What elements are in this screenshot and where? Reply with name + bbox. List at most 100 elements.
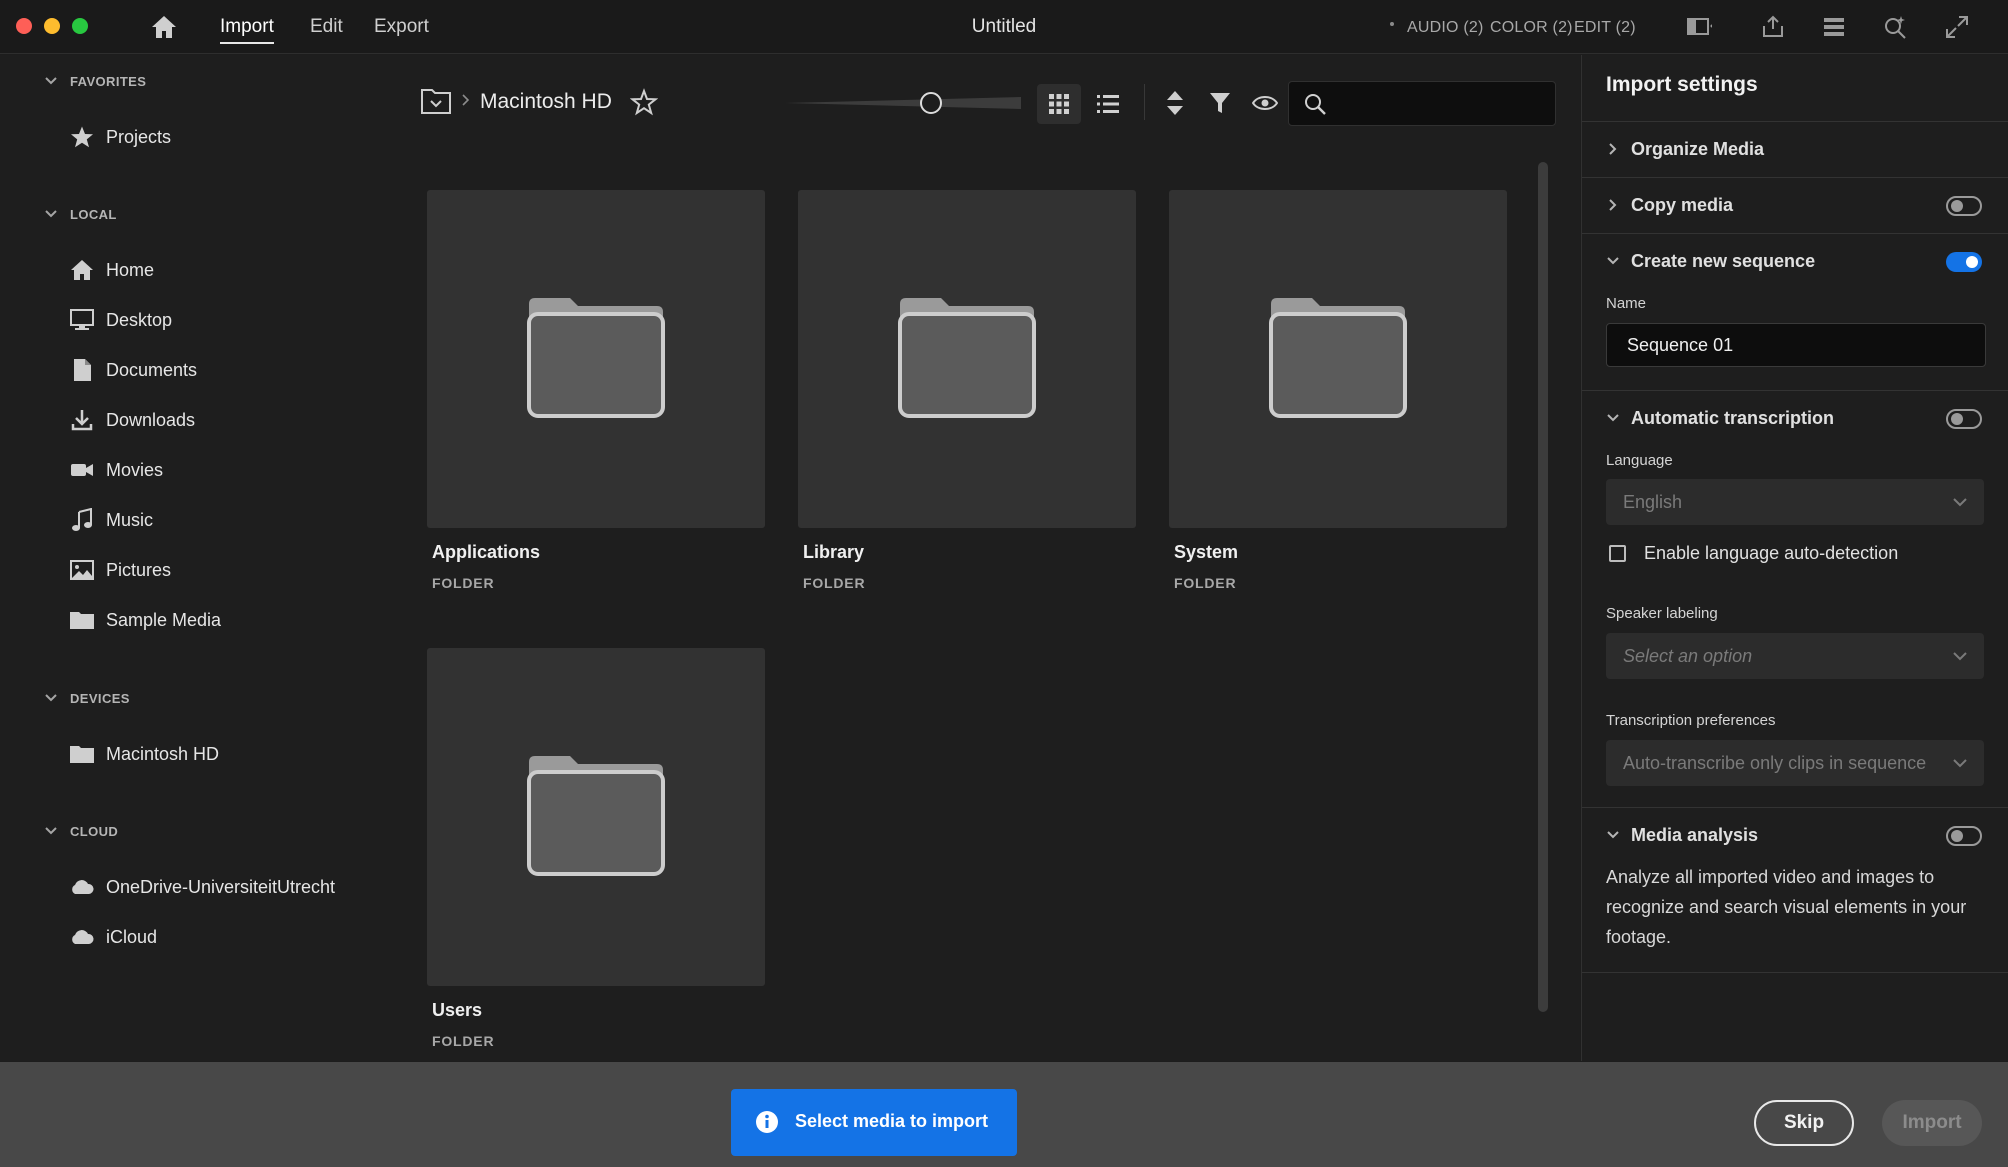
tile-type: FOLDER <box>1174 575 1237 591</box>
organize-media-row[interactable]: Organize Media <box>1582 121 2008 177</box>
sidebar-item-pictures[interactable]: Pictures <box>68 552 378 588</box>
sidebar-item-home[interactable]: Home <box>68 252 378 288</box>
maximize-window-button[interactable] <box>72 18 88 34</box>
folder-icon <box>527 298 665 418</box>
sidebar-item-movies[interactable]: Movies <box>68 452 378 488</box>
sidebar-item-icloud[interactable]: iCloud <box>68 919 378 955</box>
auto-transcription-toggle[interactable] <box>1946 409 1982 429</box>
section-header-favorites[interactable]: FAVORITES <box>70 74 146 89</box>
chevron-down-icon[interactable] <box>44 691 58 705</box>
sidebar-item-label: Movies <box>106 459 164 480</box>
language-select[interactable]: English <box>1606 479 1984 525</box>
auto-detect-checkbox[interactable] <box>1609 545 1626 562</box>
favorite-star-icon[interactable] <box>629 88 659 116</box>
workspace-edit[interactable]: EDIT (2) <box>1574 19 1636 37</box>
sidebar-item-label: Macintosh HD <box>106 743 220 764</box>
section-header-devices[interactable]: DEVICES <box>70 691 130 706</box>
chevron-down-icon[interactable] <box>44 824 58 838</box>
bottom-bar: Select media to import Skip Import <box>0 1062 2008 1167</box>
folder-tile-library[interactable]: Library FOLDER <box>798 190 1136 591</box>
document-icon <box>68 356 96 384</box>
fullscreen-icon[interactable] <box>1944 14 1970 40</box>
sidebar-item-label: Downloads <box>106 409 196 430</box>
copy-media-toggle[interactable] <box>1946 196 1982 216</box>
folder-tile-users[interactable]: Users FOLDER <box>427 648 765 1049</box>
folder-thumbnail <box>1169 190 1507 528</box>
slider-handle[interactable] <box>920 92 942 114</box>
chevron-down-icon <box>1952 495 1968 509</box>
video-camera-icon <box>68 456 96 484</box>
chevron-down-icon <box>1606 828 1620 842</box>
tile-name: Applications <box>432 542 541 562</box>
search-sparkle-icon[interactable] <box>1882 14 1908 40</box>
sidebar-item-sample-media[interactable]: Sample Media <box>68 602 378 638</box>
minimize-window-button[interactable] <box>44 18 60 34</box>
folder-icon <box>68 740 96 768</box>
media-analysis-toggle[interactable] <box>1946 826 1982 846</box>
sidebar-item-label: Projects <box>106 126 172 147</box>
home-icon[interactable] <box>150 14 178 40</box>
quick-actions-icon[interactable] <box>1821 14 1847 40</box>
tile-name: Users <box>432 1000 483 1020</box>
auto-detect-label[interactable]: Enable language auto-detection <box>1644 543 1898 564</box>
toolbar-divider <box>1144 84 1145 120</box>
chevron-down-icon[interactable] <box>44 74 58 88</box>
search-field[interactable] <box>1288 81 1556 126</box>
search-input[interactable] <box>1337 90 1547 118</box>
close-window-button[interactable] <box>16 18 32 34</box>
tab-edit[interactable]: Edit <box>310 16 343 38</box>
sidebar-item-downloads[interactable]: Downloads <box>68 402 378 438</box>
sort-icon[interactable] <box>1160 88 1190 118</box>
sidebar-item-projects[interactable]: Projects <box>68 119 378 155</box>
grid-view-button[interactable] <box>1037 84 1081 124</box>
scrollbar[interactable] <box>1538 162 1548 1012</box>
music-note-icon <box>68 506 96 534</box>
folder-icon <box>68 606 96 634</box>
toast-message: Select media to import <box>795 1111 989 1131</box>
status-toast: Select media to import <box>731 1089 1017 1156</box>
section-header-local[interactable]: LOCAL <box>70 207 117 222</box>
create-sequence-toggle[interactable] <box>1946 252 1982 272</box>
create-sequence-row[interactable]: Create new sequence <box>1582 233 2008 393</box>
workspace-audio[interactable]: AUDIO (2) <box>1407 19 1483 37</box>
sequence-name-input[interactable] <box>1606 323 1986 367</box>
copy-media-row[interactable]: Copy media <box>1582 177 2008 233</box>
sidebar-item-macintosh-hd[interactable]: Macintosh HD <box>68 736 378 772</box>
organize-media-label: Organize Media <box>1631 139 1765 159</box>
share-icon[interactable] <box>1760 14 1786 40</box>
sidebar-item-onedrive[interactable]: OneDrive-UniversiteitUtrecht <box>68 869 378 905</box>
chevron-down-icon <box>1952 756 1968 770</box>
tile-type: FOLDER <box>432 1033 495 1049</box>
sidebar-item-documents[interactable]: Documents <box>68 352 378 388</box>
folder-icon <box>1269 298 1407 418</box>
import-button[interactable]: Import <box>1882 1100 1982 1146</box>
create-sequence-label: Create new sequence <box>1631 251 1816 271</box>
workspace-color[interactable]: COLOR (2) <box>1490 19 1573 37</box>
filter-icon[interactable] <box>1205 88 1235 118</box>
eye-icon[interactable] <box>1250 88 1280 118</box>
chevron-right-icon <box>1606 198 1620 212</box>
language-value: English <box>1623 492 1683 512</box>
media-analysis-label: Media analysis <box>1631 825 1759 845</box>
folder-tile-system[interactable]: System FOLDER <box>1169 190 1507 591</box>
speaker-labeling-select[interactable]: Select an option <box>1606 633 1984 679</box>
tab-import[interactable]: Import <box>220 16 274 44</box>
chevron-down-icon[interactable] <box>44 207 58 221</box>
panel-layout-icon[interactable] <box>1686 14 1714 40</box>
sidebar-item-label: iCloud <box>106 926 158 947</box>
tab-export[interactable]: Export <box>374 16 429 38</box>
grid-icon <box>1049 94 1069 114</box>
panel-title: Import settings <box>1606 73 1758 96</box>
sidebar-item-music[interactable]: Music <box>68 502 378 538</box>
transcription-prefs-label: Transcription preferences <box>1606 712 1776 729</box>
list-view-button[interactable] <box>1086 84 1130 124</box>
folder-tile-applications[interactable]: Applications FOLDER <box>427 190 765 591</box>
thumbnail-size-slider[interactable] <box>785 96 1021 110</box>
breadcrumb[interactable]: Macintosh HD <box>480 90 612 114</box>
folder-dropdown-icon[interactable] <box>420 86 452 116</box>
skip-button[interactable]: Skip <box>1754 1100 1854 1146</box>
sidebar-item-desktop[interactable]: Desktop <box>68 302 378 338</box>
desktop-icon <box>68 306 96 334</box>
section-header-cloud[interactable]: CLOUD <box>70 824 118 839</box>
transcription-prefs-select[interactable]: Auto-transcribe only clips in sequence <box>1606 740 1984 786</box>
